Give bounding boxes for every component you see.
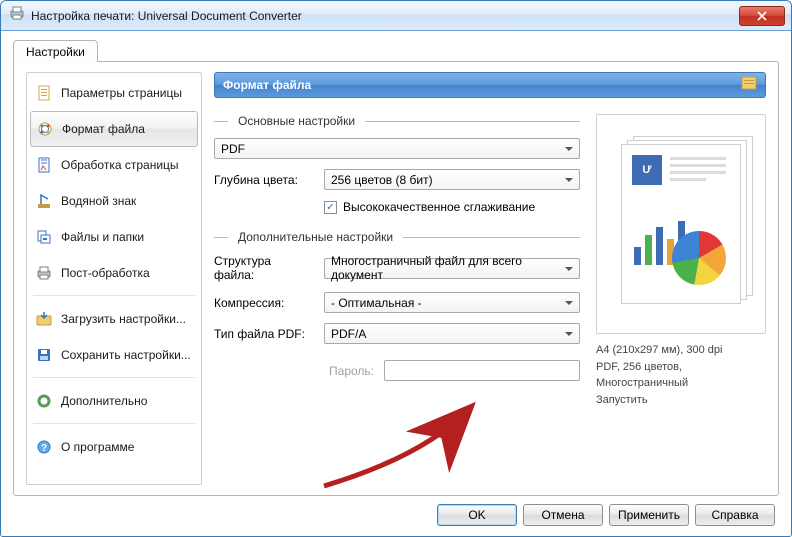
tabstrip: Настройки — [13, 39, 779, 61]
preview-box: Ư — [596, 114, 766, 334]
sidebar-item-post-process[interactable]: Пост-обработка — [27, 255, 201, 291]
sidebar-item-label: Файлы и папки — [61, 230, 144, 244]
compression-label: Компрессия: — [214, 296, 314, 310]
sidebar-item-label: Параметры страницы — [61, 86, 182, 100]
sidebar-separator — [33, 377, 195, 379]
preview-line3: Запустить — [596, 392, 766, 409]
apply-button[interactable]: Применить — [609, 504, 689, 526]
help-icon[interactable] — [741, 76, 757, 95]
advanced-icon — [35, 392, 53, 410]
pdf-type-label: Тип файла PDF: — [214, 327, 314, 341]
smoothing-checkbox[interactable]: ✓ — [324, 201, 337, 214]
window-title: Настройка печати: Universal Document Con… — [31, 9, 739, 23]
preview-line2: PDF, 256 цветов, Многостраничный — [596, 359, 766, 392]
preview-logo-icon: Ư — [632, 155, 662, 185]
file-structure-label: Структура файла: — [214, 254, 314, 282]
load-icon — [35, 310, 53, 328]
client-area: Настройки Параметры страницы Формат файл… — [1, 31, 791, 536]
compression-value: - Оптимальная - — [331, 296, 422, 310]
sidebar-item-label: Пост-обработка — [61, 266, 150, 280]
close-button[interactable] — [739, 6, 785, 26]
tab-settings[interactable]: Настройки — [13, 40, 98, 62]
group-additional-label: Дополнительные настройки — [238, 230, 393, 244]
panel-title: Формат файла — [223, 78, 311, 92]
group-basic-label: Основные настройки — [238, 114, 355, 128]
ok-button[interactable]: OK — [437, 504, 517, 526]
sidebar-item-label: Формат файла — [62, 122, 145, 136]
preview-document: Ư — [621, 144, 741, 304]
page-process-icon — [35, 156, 53, 174]
color-depth-combo[interactable]: 256 цветов (8 бит) — [324, 169, 580, 190]
password-input[interactable] — [384, 360, 580, 381]
window: Настройка печати: Universal Document Con… — [0, 0, 792, 537]
file-format-icon — [36, 120, 54, 138]
main-panel: Формат файла Основные настройки PDF — [214, 72, 766, 485]
preview-text: А4 (210x297 мм), 300 dpi PDF, 256 цветов… — [596, 342, 766, 408]
post-process-icon — [35, 264, 53, 282]
svg-text:?: ? — [41, 443, 47, 454]
sidebar-item-page-process[interactable]: Обработка страницы — [27, 147, 201, 183]
sidebar-item-label: О программе — [61, 440, 134, 454]
sidebar-item-advanced[interactable]: Дополнительно — [27, 383, 201, 419]
sidebar-item-files-folders[interactable]: Файлы и папки — [27, 219, 201, 255]
color-depth-value: 256 цветов (8 бит) — [331, 173, 433, 187]
group-additional: Дополнительные настройки — [214, 230, 580, 244]
file-structure-value: Многостраничный файл для всего документ — [331, 254, 559, 282]
sidebar-item-watermark[interactable]: Водяной знак — [27, 183, 201, 219]
pdf-type-value: PDF/A — [331, 327, 366, 341]
content-row: Основные настройки PDF Глубина цвета: 25 — [214, 98, 766, 485]
smoothing-label: Высококачественное сглаживание — [343, 200, 535, 214]
sidebar-item-label: Обработка страницы — [61, 158, 179, 172]
cancel-button[interactable]: Отмена — [523, 504, 603, 526]
preview-line1: А4 (210x297 мм), 300 dpi — [596, 342, 766, 359]
sidebar-item-save[interactable]: Сохранить настройки... — [27, 337, 201, 373]
printer-icon — [9, 5, 25, 26]
format-combo-value: PDF — [221, 142, 245, 156]
watermark-icon — [35, 192, 53, 210]
sidebar-item-file-format[interactable]: Формат файла — [30, 111, 198, 147]
sidebar-item-load[interactable]: Загрузить настройки... — [27, 301, 201, 337]
sidebar-item-label: Водяной знак — [61, 194, 136, 208]
sidebar-item-page-params[interactable]: Параметры страницы — [27, 75, 201, 111]
preview-column: Ư — [596, 114, 766, 485]
preview-pie-icon — [672, 231, 726, 285]
sidebar-item-label: Дополнительно — [61, 394, 147, 408]
file-structure-combo[interactable]: Многостраничный файл для всего документ — [324, 258, 580, 279]
settings-column: Основные настройки PDF Глубина цвета: 25 — [214, 114, 580, 485]
about-icon: ? — [35, 438, 53, 456]
annotation-arrow — [304, 401, 484, 491]
titlebar[interactable]: Настройка печати: Universal Document Con… — [1, 1, 791, 31]
dialog-buttons: OK Отмена Применить Справка — [13, 496, 779, 526]
sidebar-separator — [33, 295, 195, 297]
compression-combo[interactable]: - Оптимальная - — [324, 292, 580, 313]
color-depth-label: Глубина цвета: — [214, 173, 314, 187]
sidebar-separator — [33, 423, 195, 425]
pdf-type-combo[interactable]: PDF/A — [324, 323, 580, 344]
password-label: Пароль: — [214, 364, 374, 378]
format-combo[interactable]: PDF — [214, 138, 580, 159]
sidebar-item-label: Загрузить настройки... — [61, 312, 186, 326]
files-folders-icon — [35, 228, 53, 246]
close-icon — [757, 11, 767, 21]
save-icon — [35, 346, 53, 364]
group-basic: Основные настройки — [214, 114, 580, 128]
help-button[interactable]: Справка — [695, 504, 775, 526]
tab-body: Параметры страницы Формат файла Обработк… — [13, 61, 779, 496]
panel-header: Формат файла — [214, 72, 766, 98]
sidebar-item-label: Сохранить настройки... — [61, 348, 191, 362]
page-params-icon — [35, 84, 53, 102]
sidebar: Параметры страницы Формат файла Обработк… — [26, 72, 202, 485]
sidebar-item-about[interactable]: ? О программе — [27, 429, 201, 465]
